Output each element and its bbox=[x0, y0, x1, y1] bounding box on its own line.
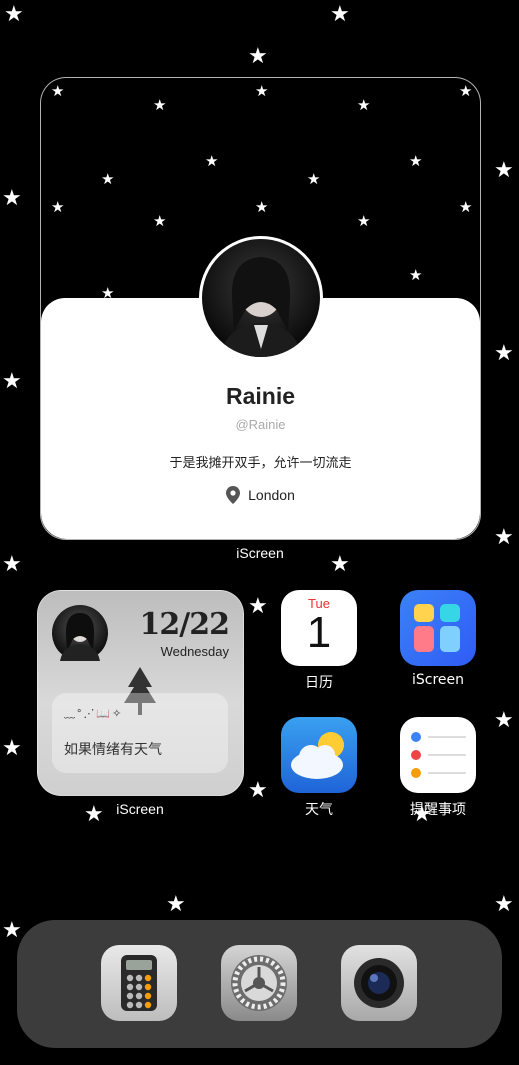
star-icon: ★ bbox=[330, 2, 350, 27]
star-icon: ★ bbox=[205, 152, 219, 170]
star-icon: ★ bbox=[330, 552, 350, 577]
star-icon: ★ bbox=[494, 341, 514, 366]
app-reminders[interactable]: 提醒事项 bbox=[399, 717, 477, 819]
star-icon: ★ bbox=[248, 594, 268, 619]
star-icon: ★ bbox=[2, 918, 22, 943]
date-widget-label: iScreen bbox=[116, 801, 164, 817]
star-icon: ★ bbox=[255, 82, 269, 100]
profile-handle: @Rainie bbox=[235, 417, 286, 432]
star-icon: ★ bbox=[101, 170, 115, 188]
star-icon: ★ bbox=[409, 152, 423, 170]
app-iscreen[interactable]: iScreen bbox=[399, 590, 477, 688]
calculator-icon[interactable] bbox=[101, 945, 177, 1021]
star-icon: ★ bbox=[248, 44, 268, 69]
star-icon: ★ bbox=[409, 266, 423, 284]
app-label: 天气 bbox=[305, 802, 333, 818]
star-icon: ★ bbox=[357, 96, 371, 114]
widget-emoji-line: ﹏°⋰📖✧ bbox=[64, 708, 124, 720]
star-icon: ★ bbox=[357, 212, 371, 230]
app-label: 提醒事项 bbox=[410, 802, 466, 818]
star-icon: ★ bbox=[153, 96, 167, 114]
app-label: 日历 bbox=[305, 675, 333, 691]
widget-caption: 如果情绪有天气 bbox=[64, 742, 162, 758]
widget-caption-panel: ﹏°⋰📖✧ 如果情绪有天气 bbox=[52, 693, 228, 773]
star-icon: ★ bbox=[51, 82, 65, 100]
calendar-day: 1 bbox=[306, 608, 332, 657]
avatar bbox=[199, 236, 323, 360]
reminders-icon bbox=[400, 717, 476, 793]
star-icon: ★ bbox=[153, 212, 167, 230]
weather-icon bbox=[281, 717, 357, 793]
profile-widget-label: iScreen bbox=[236, 545, 284, 561]
app-calendar[interactable]: Tue 1 日历 bbox=[280, 590, 358, 692]
profile-name: Rainie bbox=[225, 383, 296, 409]
widget-weekday: Wednesday bbox=[160, 644, 229, 659]
iscreen-icon bbox=[400, 590, 476, 666]
settings-gear-icon[interactable] bbox=[221, 945, 297, 1021]
star-icon: ★ bbox=[459, 198, 473, 216]
star-icon: ★ bbox=[2, 186, 22, 211]
star-icon: ★ bbox=[494, 525, 514, 550]
app-label: iScreen bbox=[411, 672, 465, 688]
star-icon: ★ bbox=[4, 2, 24, 27]
star-icon: ★ bbox=[51, 198, 65, 216]
star-icon: ★ bbox=[494, 158, 514, 183]
dock bbox=[17, 920, 502, 1048]
location-label: London bbox=[248, 487, 295, 503]
widget-date: 12/22 bbox=[139, 607, 230, 642]
calendar-icon: Tue 1 bbox=[281, 590, 357, 666]
star-icon: ★ bbox=[2, 369, 22, 394]
star-icon: ★ bbox=[2, 736, 22, 761]
star-icon: ★ bbox=[459, 82, 473, 100]
date-widget[interactable]: 12/22 Wednesday ﹏°⋰📖✧ 如果情绪有天气 bbox=[37, 590, 244, 796]
star-icon: ★ bbox=[307, 170, 321, 188]
star-icon: ★ bbox=[166, 892, 186, 917]
profile-widget[interactable]: ★ ★ ★ ★ ★ ★ ★ ★ ★ ★ ★ ★ ★ ★ ★ ★ Rainie @… bbox=[40, 77, 481, 540]
app-weather[interactable]: 天气 bbox=[280, 717, 358, 819]
star-icon: ★ bbox=[2, 552, 22, 577]
star-icon: ★ bbox=[494, 892, 514, 917]
star-icon: ★ bbox=[248, 778, 268, 803]
star-icon: ★ bbox=[255, 198, 269, 216]
widget-avatar bbox=[52, 605, 108, 661]
profile-location: London bbox=[41, 486, 480, 504]
camera-icon[interactable] bbox=[341, 945, 417, 1021]
profile-bio: 于是我摊开双手，允许一切流走 bbox=[169, 456, 352, 471]
location-pin-icon bbox=[226, 486, 241, 504]
star-icon: ★ bbox=[494, 708, 514, 733]
